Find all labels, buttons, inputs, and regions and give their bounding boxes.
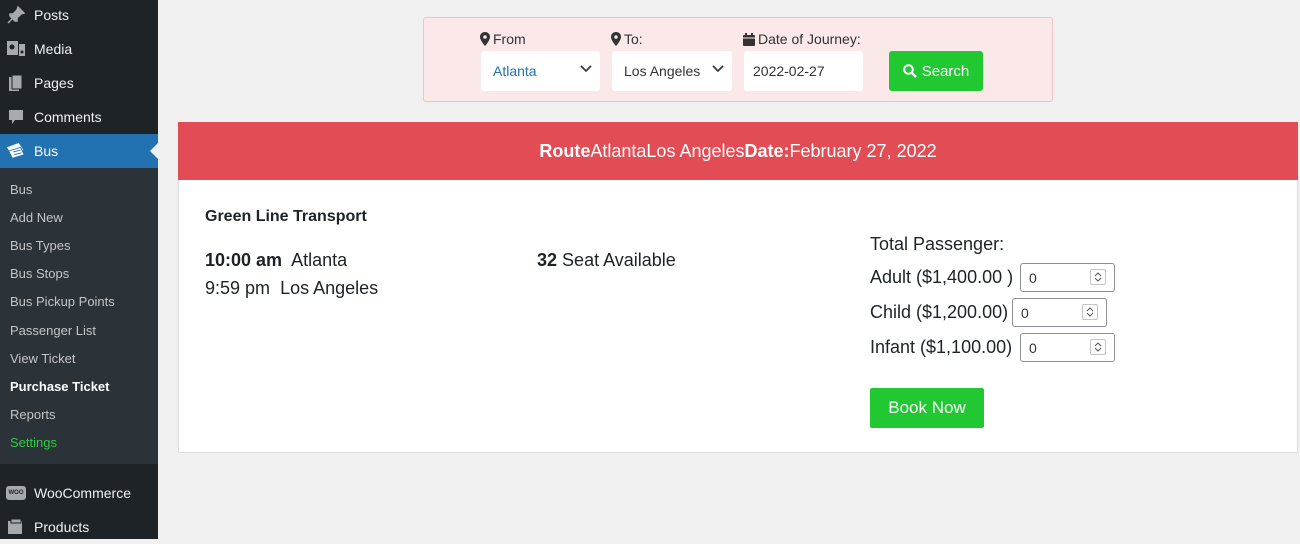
infant-quantity-value: 0 — [1029, 339, 1037, 356]
search-icon — [902, 64, 917, 78]
comment-icon — [6, 107, 26, 127]
submenu-item-bus-pickup-points[interactable]: Bus Pickup Points — [10, 292, 115, 312]
pages-icon — [6, 73, 26, 93]
menu-item-bus[interactable]: Bus — [0, 134, 158, 168]
menu-label: Media — [34, 41, 73, 57]
search-button[interactable]: Search — [889, 51, 983, 91]
submenu-item-bus-types[interactable]: Bus Types — [10, 236, 70, 256]
date-label-text: Date of Journey: — [758, 31, 861, 47]
arrival-time: 9:59 pm — [205, 278, 271, 298]
bus-result-card: Green Line Transport 10:00 am Atlanta 9:… — [178, 180, 1298, 453]
date-input[interactable]: 2022-02-27 — [744, 51, 863, 91]
submenu-item-purchase-ticket[interactable]: Purchase Ticket — [10, 377, 109, 397]
adult-label: Adult ($1,400.00 ) — [870, 267, 1014, 287]
admin-sidebar: Posts Media Pages Comments Bus Bus Add N… — [0, 0, 158, 539]
submenu-item-view-ticket[interactable]: View Ticket — [10, 349, 76, 369]
infant-label: Infant ($1,100.00) — [870, 337, 1013, 357]
to-label: To: — [611, 31, 643, 47]
ticket-icon — [6, 141, 26, 161]
spinner-icon[interactable] — [1090, 339, 1106, 355]
departure-time: 10:00 am — [205, 250, 283, 270]
chevron-down-icon — [580, 65, 592, 73]
child-quantity-value: 0 — [1021, 304, 1029, 321]
child-label: Child ($1,200.00) — [870, 302, 1009, 322]
woo-icon-text: WOO — [6, 486, 26, 500]
menu-label: Pages — [34, 75, 74, 91]
from-select[interactable]: Atlanta — [481, 51, 600, 91]
menu-item-comments[interactable]: Comments — [0, 100, 158, 134]
book-now-button[interactable]: Book Now — [870, 388, 984, 428]
route-date-label: Date: — [744, 140, 790, 161]
seats-label: Seat Available — [562, 250, 676, 270]
adult-quantity-input[interactable]: 0 — [1020, 263, 1115, 292]
route-label: Route — [539, 140, 591, 161]
departure-place: Atlanta — [291, 250, 348, 270]
to-select[interactable]: Los Angeles — [612, 51, 732, 91]
arrival-row: 9:59 pm Los Angeles — [205, 278, 378, 299]
submenu-item-passenger-list[interactable]: Passenger List — [10, 321, 96, 341]
media-icon — [6, 39, 26, 59]
seats-count: 32 — [537, 250, 558, 270]
map-marker-icon — [480, 32, 490, 46]
menu-item-media[interactable]: Media — [0, 32, 158, 66]
menu-label: Products — [34, 519, 90, 535]
route-bar: Route Atlanta Los Angeles Date: February… — [178, 122, 1298, 180]
search-panel: From Atlanta To: Los Angeles Date of Jou… — [423, 17, 1053, 102]
to-select-value: Los Angeles — [624, 63, 701, 79]
from-select-value: Atlanta — [493, 63, 537, 79]
map-marker-icon — [611, 32, 621, 46]
menu-item-posts[interactable]: Posts — [0, 0, 158, 32]
submenu-item-bus-stops[interactable]: Bus Stops — [10, 264, 69, 284]
submenu-item-bus[interactable]: Bus — [10, 180, 32, 200]
calendar-icon — [743, 32, 755, 46]
menu-label: WooCommerce — [34, 485, 131, 501]
spinner-icon[interactable] — [1090, 269, 1106, 285]
spinner-icon[interactable] — [1082, 304, 1098, 320]
pin-icon — [6, 5, 26, 25]
woo-icon: WOO — [6, 483, 26, 503]
seats-available: 32 Seat Available — [537, 250, 676, 271]
route-from: Atlanta — [590, 140, 647, 161]
route-to: Los Angeles — [646, 140, 745, 161]
chevron-down-icon — [712, 65, 724, 73]
search-button-label: Search — [921, 62, 970, 80]
arrival-place: Los Angeles — [280, 278, 379, 298]
products-icon — [6, 517, 26, 537]
menu-label: Bus — [34, 143, 59, 159]
menu-label: Comments — [34, 109, 102, 125]
infant-quantity-input[interactable]: 0 — [1020, 333, 1115, 362]
menu-label: Posts — [34, 7, 70, 23]
departure-row: 10:00 am Atlanta — [205, 250, 347, 271]
submenu-item-reports[interactable]: Reports — [10, 405, 56, 425]
adult-quantity-value: 0 — [1029, 269, 1037, 286]
from-label: From — [480, 31, 526, 47]
from-label-text: From — [493, 31, 526, 47]
submenu-item-add-new[interactable]: Add New — [10, 208, 63, 228]
total-passenger-label: Total Passenger: — [870, 234, 1005, 254]
date-label: Date of Journey: — [743, 31, 861, 47]
menu-item-pages[interactable]: Pages — [0, 66, 158, 100]
menu-item-woocommerce[interactable]: WOO WooCommerce — [0, 476, 158, 510]
date-input-value: 2022-02-27 — [753, 63, 825, 79]
current-menu-arrow — [150, 143, 158, 159]
bus-company-name: Green Line Transport — [205, 208, 367, 225]
bus-submenu: Bus Add New Bus Types Bus Stops Bus Pick… — [0, 168, 158, 464]
to-label-text: To: — [624, 31, 643, 47]
route-date: February 27, 2022 — [789, 140, 937, 161]
child-quantity-input[interactable]: 0 — [1012, 298, 1107, 327]
submenu-item-settings[interactable]: Settings — [10, 433, 57, 453]
